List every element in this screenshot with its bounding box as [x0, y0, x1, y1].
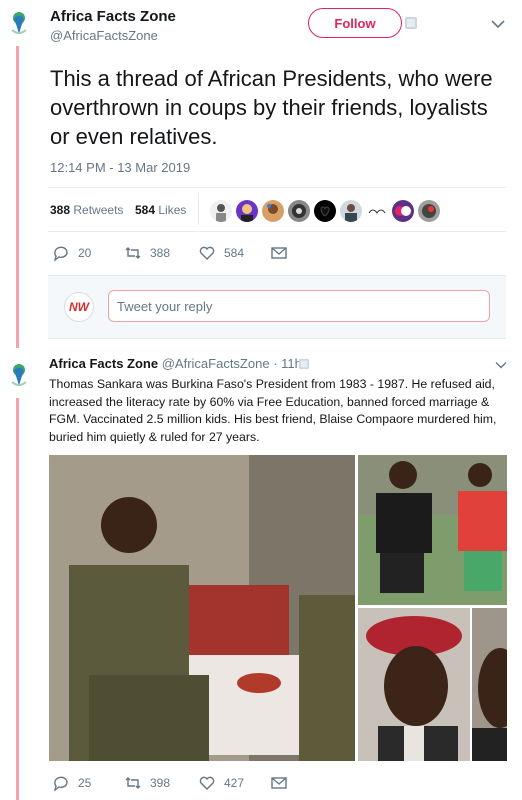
likes-label: Likes	[158, 203, 187, 217]
reply-composer: NW Tweet your reply	[48, 275, 506, 339]
block-icon[interactable]	[298, 358, 310, 370]
author-handle[interactable]: @AfricaFactsZone	[50, 28, 158, 43]
reply-action[interactable]: 20	[52, 244, 91, 262]
dm-action[interactable]	[270, 244, 288, 262]
follow-button[interactable]: Follow	[308, 8, 402, 38]
liker-avatar[interactable]	[366, 200, 388, 222]
thread-line	[16, 46, 19, 348]
liker-avatar[interactable]	[418, 200, 440, 222]
media-image-soldiers[interactable]	[49, 455, 355, 761]
liker-avatar[interactable]	[262, 200, 284, 222]
like-icon	[199, 246, 215, 260]
dm-action[interactable]	[270, 774, 288, 792]
media-image-portrait[interactable]	[472, 608, 507, 761]
retweet-count: 388	[150, 246, 171, 260]
dm-icon	[271, 777, 287, 789]
like-action[interactable]: 427	[198, 774, 244, 792]
reply-count: 20	[78, 246, 92, 260]
liker-avatar[interactable]	[392, 200, 414, 222]
stat-separator	[198, 193, 199, 225]
media-image-football[interactable]	[358, 455, 507, 605]
liker-avatar[interactable]	[340, 200, 362, 222]
chevron-down-icon[interactable]	[494, 360, 508, 370]
likes-count: 584	[135, 203, 156, 217]
retweets-count: 388	[50, 203, 71, 217]
divider	[48, 231, 506, 232]
retweets-stat[interactable]: 388 Retweets	[50, 203, 123, 217]
retweet-action[interactable]: 388	[124, 244, 170, 262]
retweet-icon	[125, 247, 141, 259]
like-icon	[199, 776, 215, 790]
tweet-text: This a thread of African Presidents, who…	[50, 66, 493, 149]
reply-input[interactable]: Tweet your reply	[108, 290, 490, 322]
reply-action[interactable]: 25	[52, 774, 91, 792]
retweet-icon	[125, 777, 141, 789]
liker-avatar[interactable]	[210, 200, 232, 222]
dm-icon	[271, 247, 287, 259]
retweets-label: Retweets	[73, 203, 124, 217]
divider	[48, 187, 506, 188]
reply-icon	[53, 776, 68, 792]
retweet-action[interactable]: 398	[124, 774, 170, 792]
thread-line	[16, 398, 19, 800]
block-icon[interactable]	[404, 16, 418, 30]
likes-stat[interactable]: 584 Likes	[135, 203, 186, 217]
liker-avatar[interactable]	[314, 200, 336, 222]
author-name[interactable]: Africa Facts Zone	[50, 8, 176, 25]
reply-tweet-text: Thomas Sankara was Burkina Faso's Presid…	[49, 377, 497, 444]
like-count: 427	[224, 776, 245, 790]
liker-avatar[interactable]	[288, 200, 310, 222]
author-avatar[interactable]	[8, 10, 30, 38]
reply-tweet-author-handle[interactable]: @AfricaFactsZone	[162, 356, 270, 371]
reply-icon	[53, 246, 68, 262]
retweet-count: 398	[150, 776, 171, 790]
user-avatar[interactable]: NW	[64, 292, 94, 322]
like-count: 584	[224, 246, 245, 260]
chevron-down-icon[interactable]	[490, 18, 506, 30]
author-avatar[interactable]	[8, 362, 30, 390]
reply-tweet-author-name[interactable]: Africa Facts Zone	[49, 356, 158, 371]
reply-tweet-header: Africa Facts Zone @AfricaFactsZone · 11h	[49, 356, 302, 371]
media-image-portrait-beret[interactable]	[358, 608, 470, 761]
tweet-timestamp[interactable]: 12:14 PM - 13 Mar 2019	[50, 160, 190, 175]
like-action[interactable]: 584	[198, 244, 244, 262]
liker-avatar[interactable]	[236, 200, 258, 222]
reply-count: 25	[78, 776, 92, 790]
